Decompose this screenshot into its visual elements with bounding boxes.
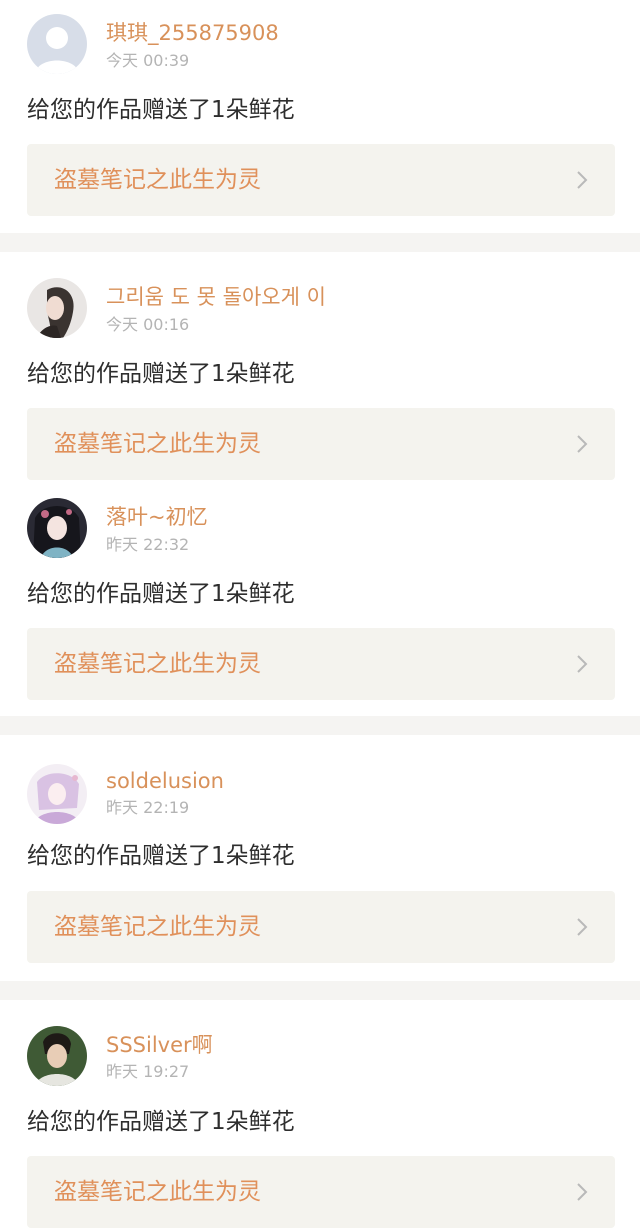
notification-message: 给您的作品赠送了1朵鲜花: [27, 581, 295, 607]
notification-card: soldelusion 昨天 22:19 给您的作品赠送了1朵鲜花 盗墓笔记之此…: [0, 735, 640, 981]
avatar[interactable]: [27, 764, 87, 824]
chevron-right-icon: [575, 653, 589, 675]
timestamp: 昨天 22:32: [106, 535, 190, 554]
chevron-right-icon: [575, 169, 589, 191]
timestamp: 昨天 19:27: [106, 1062, 190, 1081]
work-title: 盗墓笔记之此生为灵: [54, 1179, 261, 1205]
separator: [0, 981, 640, 1000]
separator: [0, 716, 640, 735]
separator: [0, 233, 640, 252]
work-title: 盗墓笔记之此生为灵: [54, 167, 261, 193]
timestamp: 今天 00:16: [106, 315, 190, 334]
timestamp: 今天 00:39: [106, 51, 190, 70]
notification-message: 给您的作品赠送了1朵鲜花: [27, 843, 295, 869]
user-avatar-image: [27, 1026, 87, 1086]
avatar[interactable]: [27, 498, 87, 558]
username[interactable]: 落叶~初忆: [106, 504, 208, 530]
timestamp: 昨天 22:19: [106, 798, 190, 817]
username[interactable]: 그리움 도 못 돌아오게 이: [106, 284, 326, 310]
chevron-right-icon: [575, 433, 589, 455]
username[interactable]: SSSilver啊: [106, 1032, 213, 1058]
notification-message: 给您的作品赠送了1朵鲜花: [27, 97, 295, 123]
work-link[interactable]: 盗墓笔记之此生为灵: [27, 891, 615, 963]
chevron-right-icon: [575, 916, 589, 938]
work-link[interactable]: 盗墓笔记之此生为灵: [27, 628, 615, 700]
work-title: 盗墓笔记之此生为灵: [54, 651, 261, 677]
user-avatar-image: [27, 764, 87, 824]
user-avatar-image: [27, 278, 87, 338]
notification-card: 落叶~初忆 昨天 22:32 给您的作品赠送了1朵鲜花 盗墓笔记之此生为灵: [0, 480, 640, 716]
avatar[interactable]: [27, 14, 87, 74]
username[interactable]: 琪琪_255875908: [106, 20, 279, 46]
work-link[interactable]: 盗墓笔记之此生为灵: [27, 1156, 615, 1228]
username[interactable]: soldelusion: [106, 768, 224, 794]
work-title: 盗墓笔记之此生为灵: [54, 914, 261, 940]
work-title: 盗墓笔记之此生为灵: [54, 431, 261, 457]
notification-card: SSSilver啊 昨天 19:27 给您的作品赠送了1朵鲜花 盗墓笔记之此生为…: [0, 1000, 640, 1230]
work-link[interactable]: 盗墓笔记之此生为灵: [27, 144, 615, 216]
work-link[interactable]: 盗墓笔记之此生为灵: [27, 408, 615, 480]
notification-message: 给您的作品赠送了1朵鲜花: [27, 1109, 295, 1135]
notification-card: 琪琪_255875908 今天 00:39 给您的作品赠送了1朵鲜花 盗墓笔记之…: [0, 0, 640, 233]
avatar[interactable]: [27, 1026, 87, 1086]
chevron-right-icon: [575, 1181, 589, 1203]
avatar[interactable]: [27, 278, 87, 338]
notification-message: 给您的作品赠送了1朵鲜花: [27, 361, 295, 387]
user-avatar-image: [27, 498, 87, 558]
notification-card: 그리움 도 못 돌아오게 이 今天 00:16 给您的作品赠送了1朵鲜花 盗墓笔…: [0, 252, 640, 480]
default-avatar-icon: [27, 14, 87, 74]
